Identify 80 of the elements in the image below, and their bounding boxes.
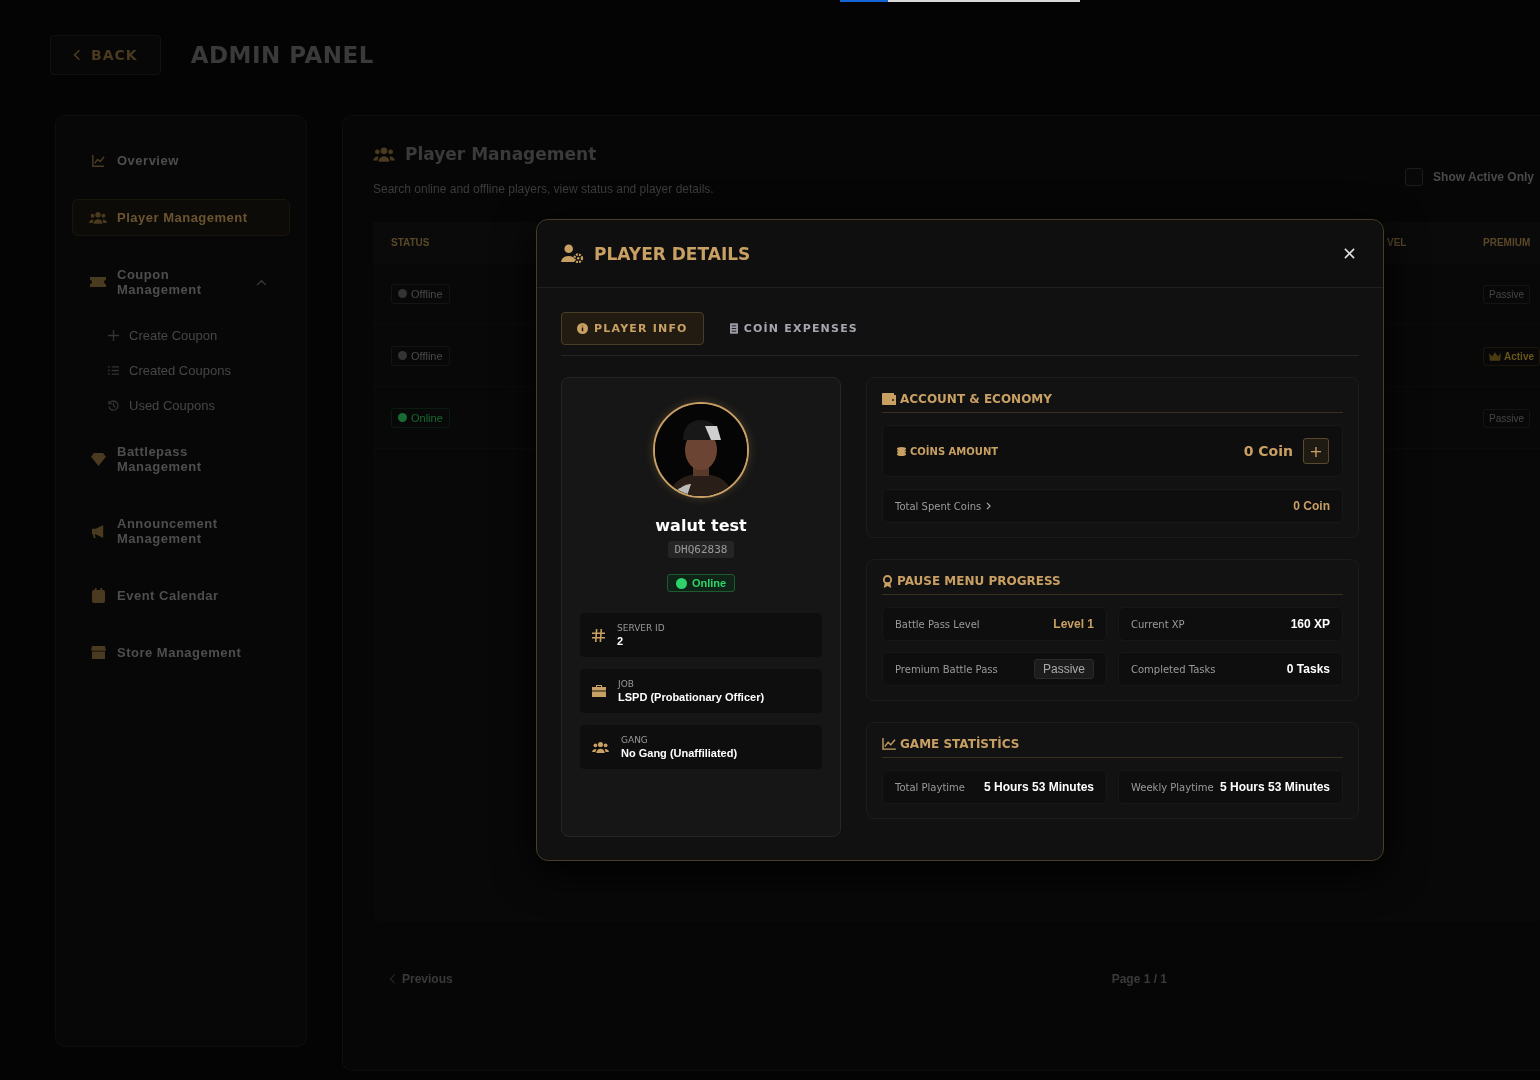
add-coins-button[interactable]: + (1303, 438, 1329, 464)
player-name: walut test (655, 516, 747, 535)
store-icon (90, 646, 106, 659)
users-icon (89, 210, 107, 225)
info-icon (577, 323, 588, 334)
award-icon (882, 574, 893, 588)
sidebar-item[interactable]: Announcement Management (72, 505, 290, 557)
stat-label: Battle Pass Level (895, 618, 980, 630)
tab[interactable]: PLAYER INFO (561, 312, 704, 345)
stat-label: Total Playtime (895, 781, 965, 793)
gem-icon (90, 452, 106, 466)
sidebar-item[interactable]: Overview (72, 142, 290, 179)
wallet-icon (882, 393, 896, 405)
sidebar-subitem[interactable]: Created Coupons (72, 353, 290, 388)
stat-value: Level 1 (1053, 617, 1094, 631)
field-value: 2 (617, 635, 625, 647)
premium-badge: Passive (1483, 409, 1530, 428)
users-icon (592, 740, 609, 754)
tab[interactable]: COİN EXPENSES (713, 312, 874, 345)
status-badge: Offline (391, 345, 450, 366)
hash-icon (592, 628, 605, 642)
status-badge: Online (666, 574, 736, 592)
stat-value: Passive (1033, 659, 1094, 679)
coins-icon (896, 445, 907, 457)
sidebar-item[interactable]: Player Management (72, 199, 290, 236)
stat-value: 5 Hours 53 Minutes (1219, 780, 1330, 794)
stat-label: Completed Tasks (1131, 663, 1216, 675)
spent-label: Total Spent Coins (895, 500, 982, 512)
chevron-right-icon (986, 502, 992, 510)
sidebar-item[interactable]: Coupon Management (72, 256, 290, 308)
plus-icon (108, 330, 119, 341)
status-badge: Offline (391, 283, 450, 304)
list-icon (108, 365, 119, 376)
field-label: SERVER ID (617, 623, 665, 633)
calendar-icon (91, 588, 105, 603)
stat-label: Premium Battle Pass (895, 663, 998, 675)
dialog-title: PLAYER DETAILS (594, 243, 751, 264)
sidebar-subitem[interactable]: Used Coupons (72, 388, 290, 423)
column-header: STATUS (391, 236, 431, 248)
close-icon (1344, 248, 1355, 259)
ticket-icon (90, 276, 106, 288)
field-value: No Gang (Unaffiliated) (621, 747, 738, 759)
field-label: JOB (618, 679, 635, 689)
crown-icon (1489, 351, 1501, 361)
citizen-id: DHQ62838 (667, 541, 735, 558)
field-label: GANG (621, 735, 649, 745)
column-header: PREMIUM (1483, 236, 1532, 248)
chart-icon (882, 738, 896, 750)
column-header: VEL (1387, 236, 1408, 248)
section-heading: PAUSE MENU PROGRESS (897, 574, 1061, 588)
field-value: LSPD (Probationary Officer) (618, 691, 765, 703)
stat-value: 0 Tasks (1286, 662, 1330, 676)
briefcase-icon (592, 685, 606, 697)
premium-badge: Passive (1483, 285, 1530, 304)
sidebar-subitem[interactable]: Create Coupon (72, 318, 290, 353)
users-icon (373, 145, 395, 163)
chevron-left-icon (389, 974, 396, 984)
chart-icon (90, 153, 106, 168)
coins-label: COİNS AMOUNT (910, 445, 999, 457)
section-heading: GAME STATİSTİCS (900, 737, 1020, 751)
chevron-left-icon (73, 49, 81, 61)
stat-value: 5 Hours 53 Minutes (983, 780, 1094, 794)
stat-value: 160 XP (1290, 617, 1330, 631)
sidebar-item[interactable]: Store Management (72, 634, 290, 671)
back-button[interactable]: BACK (50, 35, 161, 75)
sidebar-item[interactable]: Battlepass Management (72, 433, 290, 485)
section-heading: ACCOUNT & ECONOMY (900, 392, 1052, 406)
show-active-toggle[interactable]: Show Active Only (1405, 168, 1534, 186)
spent-value: 0 Coin (1293, 499, 1330, 513)
stat-label: Weekly Playtime (1131, 781, 1214, 793)
user-gear-icon (561, 244, 584, 263)
premium-badge: Active (1483, 346, 1540, 366)
status-badge: Online (391, 407, 450, 428)
history-icon (108, 400, 119, 411)
coins-value: 0 Coin (1243, 443, 1293, 459)
spent-coins-row[interactable]: Total Spent Coins 0 Coin (882, 489, 1343, 523)
receipt-icon (729, 323, 738, 334)
megaphone-icon (90, 523, 106, 539)
stat-label: Current XP (1131, 618, 1185, 630)
sidebar-item[interactable]: Event Calendar (72, 577, 290, 614)
